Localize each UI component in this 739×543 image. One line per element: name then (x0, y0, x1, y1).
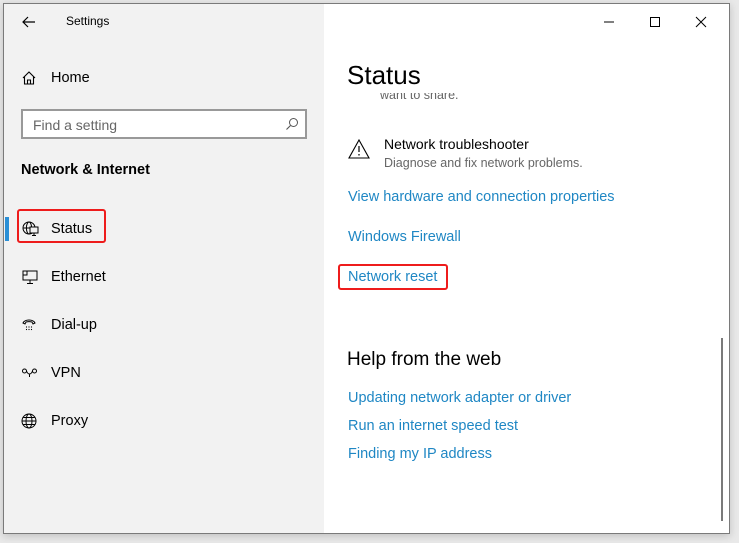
home-label: Home (51, 70, 90, 86)
vpn-icon (22, 368, 37, 377)
sidebar-item-proxy[interactable]: Proxy (4, 401, 324, 441)
sidebar-item-label: Ethernet (51, 269, 106, 285)
scrollbar[interactable] (721, 338, 723, 521)
link-updating-adapter[interactable]: Updating network adapter or driver (348, 390, 571, 406)
search-icon[interactable] (285, 117, 299, 131)
troubleshooter-title: Network troubleshooter (384, 136, 529, 152)
back-arrow-icon (22, 16, 35, 28)
sidebar-item-label: Dial-up (51, 317, 97, 333)
sidebar-item-status[interactable]: Status (4, 209, 324, 249)
search-box[interactable] (21, 109, 307, 139)
section-title: Network & Internet (21, 162, 150, 178)
sidebar-item-label: Status (51, 221, 93, 237)
ethernet-icon (22, 270, 38, 284)
help-title: Help from the web (347, 349, 502, 370)
warning-icon (348, 138, 370, 159)
globe-monitor-icon (22, 221, 39, 236)
sidebar-item-label: Proxy (51, 413, 89, 429)
sidebar-item-home[interactable]: Home (21, 66, 90, 90)
link-network-reset[interactable]: Network reset (348, 269, 437, 285)
settings-window: Settings Home Network & Internet (3, 3, 730, 534)
link-find-ip[interactable]: Finding my IP address (348, 446, 492, 462)
troubleshooter-description: Diagnose and fix network problems. (384, 156, 583, 170)
phone-icon (22, 319, 36, 331)
search-input[interactable] (23, 111, 275, 139)
minimize-icon (604, 21, 614, 23)
link-view-hardware[interactable]: View hardware and connection properties (348, 189, 615, 205)
sidebar-item-ethernet[interactable]: Ethernet (4, 257, 324, 297)
globe-icon (21, 413, 37, 429)
page-title: Status (347, 60, 421, 90)
sidebar-item-dial-up[interactable]: Dial-up (4, 305, 324, 345)
sidebar-item-vpn[interactable]: VPN (4, 353, 324, 393)
sidebar: Settings Home Network & Internet (4, 4, 324, 533)
clipped-text: want to share. (380, 93, 459, 102)
main-content: Status want to share. Network troublesho… (324, 4, 729, 533)
link-speed-test[interactable]: Run an internet speed test (348, 418, 518, 434)
close-icon (695, 16, 707, 28)
window-title: Settings (66, 14, 110, 28)
home-icon (22, 71, 36, 85)
maximize-button[interactable] (633, 8, 677, 36)
back-button[interactable] (17, 10, 41, 34)
close-button[interactable] (679, 8, 723, 36)
sidebar-item-label: VPN (51, 365, 81, 381)
maximize-icon (650, 17, 660, 27)
minimize-button[interactable] (587, 8, 631, 36)
link-windows-firewall[interactable]: Windows Firewall (348, 229, 461, 245)
